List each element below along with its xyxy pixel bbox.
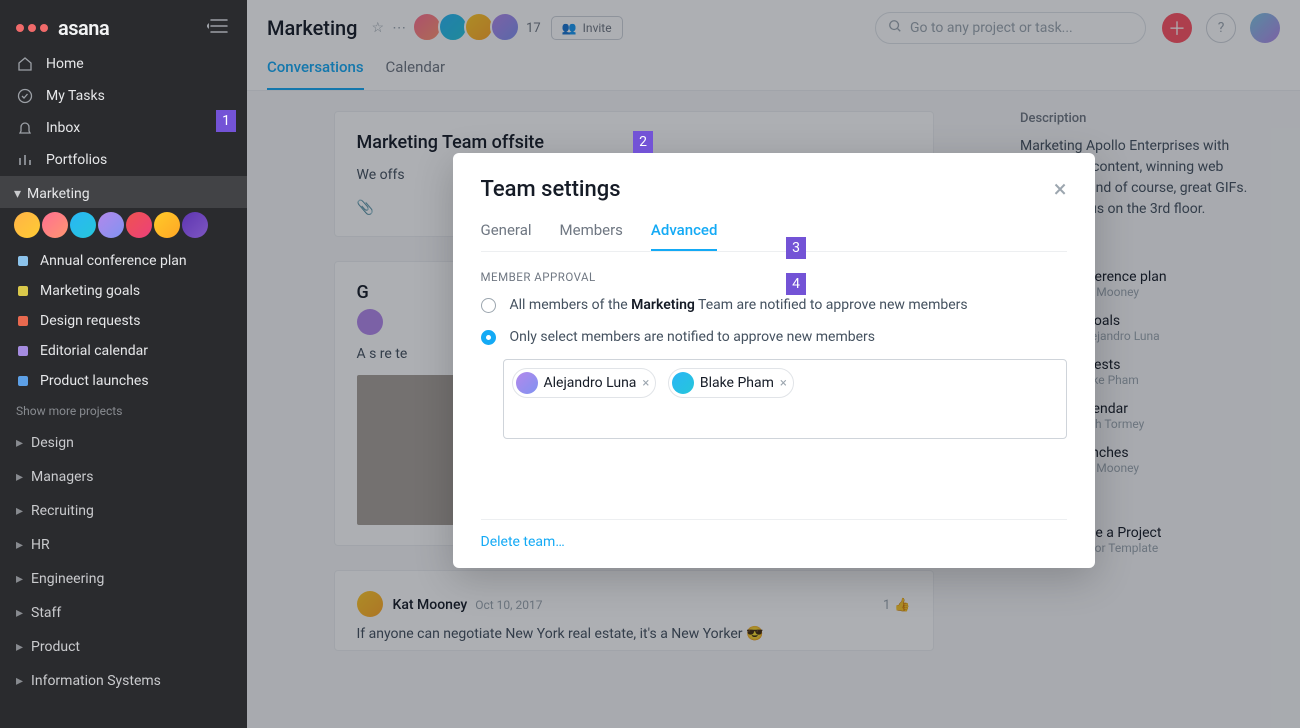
team-item[interactable]: ▸Engineering: [0, 562, 247, 596]
home-icon: [16, 55, 34, 73]
sidebar-project[interactable]: Product launches: [0, 366, 247, 396]
team-label: Information Systems: [31, 673, 161, 689]
delete-team-link[interactable]: Delete team…: [481, 534, 565, 550]
tab-members[interactable]: Members: [560, 213, 623, 251]
tab-general[interactable]: General: [481, 213, 532, 251]
team-item[interactable]: ▸Managers: [0, 460, 247, 494]
bars-icon: [16, 151, 34, 169]
nav-label: My Tasks: [46, 88, 105, 104]
annotation-1: 1: [216, 110, 236, 132]
approver-token[interactable]: Alejandro Luna ×: [512, 368, 657, 398]
bell-icon: [16, 119, 34, 137]
nav-mytasks[interactable]: My Tasks: [0, 80, 247, 112]
project-label: Product launches: [40, 373, 149, 389]
nav-label: Home: [46, 56, 84, 72]
close-icon[interactable]: ×: [1054, 175, 1067, 203]
project-label: Marketing goals: [40, 283, 140, 299]
show-more-projects[interactable]: Show more projects: [0, 396, 247, 426]
team-label: Product: [31, 639, 80, 655]
team-label: Staff: [31, 605, 61, 621]
nav-label: Portfolios: [46, 152, 107, 168]
team-label: Engineering: [31, 571, 104, 587]
sidebar: asana Home My Tasks Inbox Portfolios ▾ M…: [0, 0, 247, 728]
nav-label: Inbox: [46, 120, 80, 136]
collapse-sidebar-icon[interactable]: [207, 17, 231, 39]
chevron-down-icon: ▾: [14, 186, 21, 202]
sidebar-project[interactable]: Marketing goals: [0, 276, 247, 306]
sidebar-project[interactable]: Editorial calendar: [0, 336, 247, 366]
modal-overlay[interactable]: Team settings × General Members Advanced…: [247, 0, 1300, 728]
annotation-2: 2: [633, 131, 653, 153]
team-item[interactable]: ▸Design: [0, 426, 247, 460]
remove-icon[interactable]: ×: [642, 376, 649, 391]
project-label: Design requests: [40, 313, 140, 329]
approver-token[interactable]: Blake Pham ×: [668, 368, 794, 398]
team-item[interactable]: ▸Information Systems: [0, 664, 247, 698]
team-item[interactable]: ▸Recruiting: [0, 494, 247, 528]
remove-icon[interactable]: ×: [780, 376, 787, 391]
approver-input[interactable]: Alejandro Luna × Blake Pham ×: [503, 359, 1067, 439]
radio-select-members[interactable]: Only select members are notified to appr…: [481, 328, 1067, 348]
workspace-name: Marketing: [27, 186, 90, 202]
team-label: Design: [31, 435, 74, 451]
team-item[interactable]: ▸Staff: [0, 596, 247, 630]
team-item[interactable]: ▸HR: [0, 528, 247, 562]
annotation-4: 4: [786, 273, 806, 295]
radio-all-members[interactable]: All members of the Marketing Team are no…: [481, 296, 1067, 316]
modal-title: Team settings: [481, 177, 621, 202]
project-label: Editorial calendar: [40, 343, 148, 359]
token-name: Blake Pham: [700, 375, 774, 391]
team-label: Managers: [31, 469, 93, 485]
brand-name: asana: [58, 16, 109, 40]
radio-icon: [481, 298, 496, 313]
token-name: Alejandro Luna: [544, 375, 637, 391]
check-circle-icon: [16, 87, 34, 105]
nav-home[interactable]: Home: [0, 48, 247, 80]
project-label: Annual conference plan: [40, 253, 187, 269]
team-avatars: [0, 208, 247, 246]
logo[interactable]: asana: [16, 16, 109, 40]
team-label: HR: [31, 537, 50, 553]
section-header: Member Approval: [481, 270, 1067, 284]
avatar: [672, 372, 694, 394]
team-item[interactable]: ▸Product: [0, 630, 247, 664]
nav-portfolios[interactable]: Portfolios: [0, 144, 247, 176]
team-settings-modal: Team settings × General Members Advanced…: [453, 153, 1095, 568]
sidebar-project[interactable]: Design requests: [0, 306, 247, 336]
radio-label: All members of the Marketing Team are no…: [510, 296, 968, 316]
radio-label: Only select members are notified to appr…: [510, 328, 876, 348]
workspace-header[interactable]: ▾ Marketing: [0, 176, 247, 208]
modal-tabs: General Members Advanced: [481, 213, 1067, 252]
nav-inbox[interactable]: Inbox: [0, 112, 247, 144]
radio-icon: [481, 330, 496, 345]
team-label: Recruiting: [31, 503, 94, 519]
avatar: [516, 372, 538, 394]
sidebar-project[interactable]: Annual conference plan: [0, 246, 247, 276]
tab-advanced[interactable]: Advanced: [651, 213, 717, 251]
annotation-3: 3: [786, 237, 806, 259]
